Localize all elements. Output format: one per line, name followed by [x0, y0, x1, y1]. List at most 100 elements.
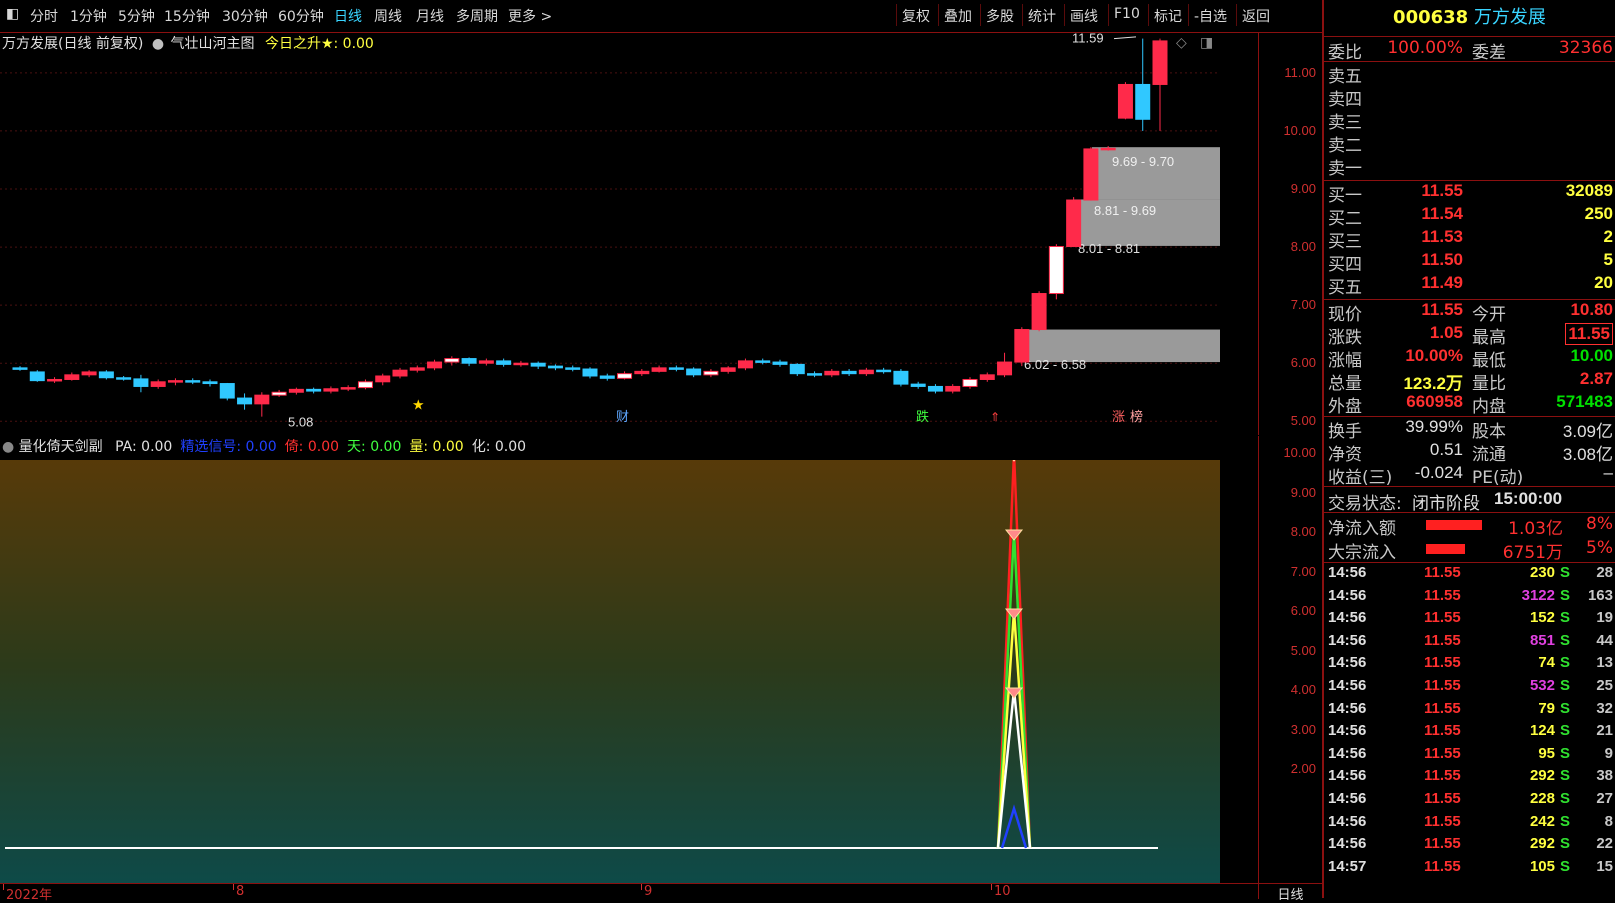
period-tab-1[interactable]: 1分钟 [70, 6, 107, 26]
candle [427, 359, 443, 371]
indicator-value-2: 倚: 0.00 [284, 439, 340, 455]
tick-price: 11.55 [1424, 767, 1461, 785]
stat-row: 现价 11.55 今开 10.80 [1328, 300, 1613, 325]
toolbar-button-4[interactable]: 画线 [1070, 6, 1098, 26]
candle [1100, 146, 1116, 151]
sub-indicator-toggle-icon[interactable]: ● [2, 439, 14, 455]
toolbar-button-8[interactable]: 返回 [1242, 6, 1270, 26]
stat-row: 总量 123.2万 量比 2.87 [1328, 369, 1613, 394]
tick-row: 14:56 11.55 95 S 9 [1328, 745, 1613, 767]
period-tab-9[interactable]: 多周期 [456, 6, 498, 26]
buy-price: 11.49 [1421, 273, 1463, 292]
candle [323, 386, 339, 394]
tick-side: S [1560, 767, 1571, 785]
fundamental-value: – [1603, 463, 1613, 482]
tick-volume: 152 [1529, 609, 1555, 627]
period-tab-3[interactable]: 15分钟 [164, 6, 210, 26]
sell-label: 卖三 [1328, 113, 1362, 133]
indicator-value-3: 天: 0.00 [347, 439, 402, 455]
trade-status-label: 交易状态: [1328, 494, 1402, 514]
buy-price: 11.50 [1421, 250, 1463, 269]
stat-value: 571483 [1556, 392, 1613, 411]
kline-chart[interactable]: 万方发展(日线 前复权) ● 气壮山河主图 今日之升★: 0.00 ◇ ◨ 9.… [0, 33, 1258, 435]
tick-side: S [1560, 744, 1571, 762]
period-tab-0[interactable]: 分时 [30, 6, 58, 26]
tick-row: 14:57 11.55 105 S 15 [1328, 858, 1613, 880]
sub-indicator-name[interactable]: 量化倚天剑副 [19, 439, 103, 455]
stat-value: 11.55 [1421, 300, 1463, 319]
buy-row: 买二 11.54 250 [1328, 204, 1613, 229]
toolbar-button-3[interactable]: 统计 [1028, 6, 1056, 26]
indicator-tick: 9.00 [1290, 484, 1316, 500]
tick-time: 14:56 [1328, 609, 1367, 627]
weibi-row: 委比 100.00% 委差 32366 [1328, 38, 1613, 63]
candle [1117, 82, 1133, 120]
tick-time: 14:56 [1328, 677, 1367, 694]
candle [565, 365, 581, 372]
buy-volume: 20 [1594, 273, 1613, 292]
toolbar-button-2[interactable]: 多股 [986, 6, 1014, 26]
period-tab-2[interactable]: 5分钟 [118, 6, 155, 26]
period-tab-10[interactable]: 更多 > [508, 6, 552, 26]
trade-status: 闭市阶段 [1412, 494, 1480, 514]
indicator-value-4: 量: 0.00 [409, 439, 464, 455]
low-label: 5.08 [288, 415, 313, 430]
tick-price: 11.55 [1424, 790, 1461, 807]
zone-label: 8.01 - 8.81 [1078, 241, 1140, 256]
candle [340, 385, 356, 392]
toolbar-button-7[interactable]: -自选 [1194, 6, 1227, 26]
sell-label: 卖四 [1328, 90, 1362, 110]
tick-side: S [1560, 835, 1571, 853]
tick-row: 14:56 11.55 228 S 27 [1328, 790, 1613, 812]
indicator-tick: 10.00 [1283, 445, 1316, 460]
tick-time: 14:56 [1328, 835, 1367, 853]
candle [150, 379, 166, 389]
date-label: 9 [644, 884, 653, 899]
period-tab-6[interactable]: 日线 [334, 6, 362, 26]
indicator-tick: 7.00 [1290, 563, 1316, 579]
stat-label: 最高 [1472, 328, 1506, 348]
candle [979, 372, 995, 382]
tick-volume: 230 [1529, 564, 1555, 581]
tick-price: 11.55 [1424, 857, 1461, 875]
tick-count: 21 [1596, 722, 1613, 740]
candle [772, 359, 788, 367]
sell-label: 卖五 [1328, 67, 1362, 87]
indicator-tick: 3.00 [1290, 721, 1316, 737]
tick-price: 11.55 [1424, 654, 1461, 672]
fundamental-row: 收益(三) -0.024 PE(动) – [1328, 463, 1613, 488]
candle [720, 366, 736, 374]
weicha-label: 委差 [1472, 43, 1506, 63]
tick-time: 14:56 [1328, 564, 1367, 581]
candle [29, 370, 45, 382]
tick-count: 9 [1604, 744, 1613, 762]
price-axis: 11.00 10.00 9.00 8.00 7.00 6.00 5.00 [1258, 33, 1322, 435]
period-tab-8[interactable]: 月线 [416, 6, 444, 26]
period-tab-4[interactable]: 30分钟 [222, 6, 268, 26]
indicator-chart[interactable]: ● 量化倚天剑副 PA: 0.00 精选信号: 0.00 倚: 0.00 天: 0.0… [0, 436, 1258, 883]
tick-volume: 228 [1529, 790, 1555, 807]
tick-side: S [1560, 790, 1571, 807]
toolbar-button-6[interactable]: 标记 [1154, 6, 1182, 26]
toolbar-button-1[interactable]: 叠加 [944, 6, 972, 26]
quote-panel: 000638 万方发展 委比 100.00% 委差 32366 卖五 卖四 卖三 卖二… [1322, 0, 1615, 898]
stock-header: 000638 万方发展 [1324, 0, 1615, 36]
price-tick: 5.00 [1290, 413, 1316, 429]
tick-price: 11.55 [1424, 677, 1461, 694]
indicator-tick: 6.00 [1290, 603, 1316, 618]
flow-pct: 8% [1586, 514, 1613, 534]
stat-value: 10.00% [1405, 346, 1463, 365]
period-tab-7[interactable]: 周线 [374, 6, 402, 26]
toolbar-button-0[interactable]: 复权 [902, 6, 930, 26]
stat-label: 总量 [1328, 374, 1362, 394]
tick-time: 14:56 [1328, 744, 1367, 762]
indicator-value-0: PA: 0.00 [115, 439, 173, 455]
sidebar-toggle-icon[interactable]: ◧ [6, 6, 19, 22]
toolbar-button-5[interactable]: F10 [1114, 6, 1140, 22]
buy-label: 买五 [1328, 278, 1362, 298]
candle [1152, 38, 1168, 131]
candle [582, 367, 598, 379]
weicha-value: 32366 [1558, 38, 1613, 58]
tick-side: S [1560, 586, 1571, 604]
period-tab-5[interactable]: 60分钟 [278, 6, 324, 26]
